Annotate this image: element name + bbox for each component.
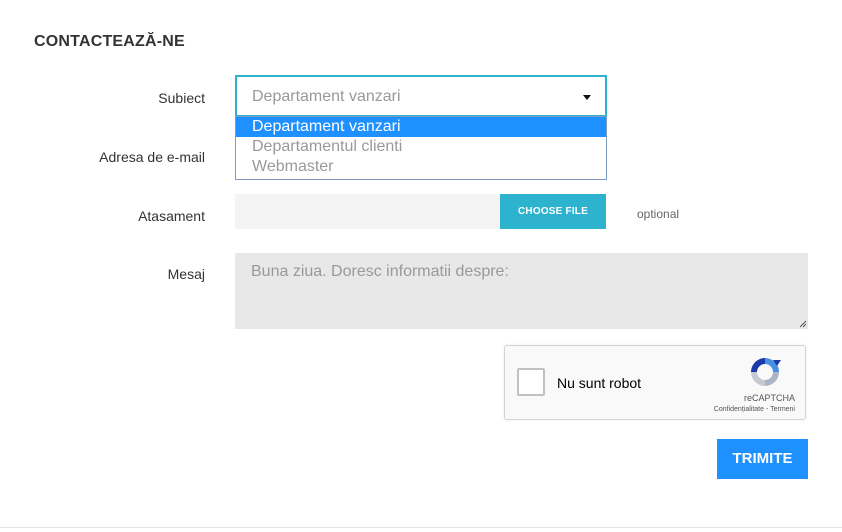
subject-select[interactable]: Departament vanzari — [235, 75, 607, 117]
recaptcha-checkbox[interactable] — [517, 368, 545, 396]
subject-select-value: Departament vanzari — [252, 88, 401, 105]
recaptcha-label: Nu sunt robot — [557, 375, 642, 391]
message-placeholder: Buna ziua. Doresc informatii despre: — [251, 263, 509, 280]
subject-dropdown: Departament vanzari Departamentul client… — [235, 116, 607, 180]
chevron-down-icon — [583, 95, 591, 100]
message-label: Mesaj — [167, 266, 205, 282]
subject-option-sales[interactable]: Departament vanzari — [236, 117, 606, 137]
recaptcha-links[interactable]: Confidențialitate - Termeni — [714, 406, 795, 413]
recaptcha-widget: Nu sunt robot reCAPTCHA Confidențialitat… — [504, 345, 806, 420]
subject-option-webmaster[interactable]: Webmaster — [236, 157, 606, 177]
email-label: Adresa de e-mail — [99, 149, 205, 165]
subject-label: Subiect — [158, 90, 205, 106]
divider — [0, 527, 842, 528]
recaptcha-brand: reCAPTCHA — [743, 393, 795, 403]
attachment-hint: optional — [637, 207, 680, 221]
submit-button[interactable]: TRIMITE — [717, 439, 808, 479]
attachment-label: Atasament — [138, 208, 205, 224]
recaptcha-logo-icon — [751, 358, 781, 386]
message-textarea[interactable]: Buna ziua. Doresc informatii despre: — [235, 253, 808, 329]
subject-option-clients[interactable]: Departamentul clienti — [236, 137, 606, 157]
page-title: CONTACTEAZĂ-NE — [34, 33, 185, 50]
resize-handle-icon[interactable] — [799, 320, 807, 328]
choose-file-button[interactable]: CHOOSE FILE — [500, 194, 606, 229]
